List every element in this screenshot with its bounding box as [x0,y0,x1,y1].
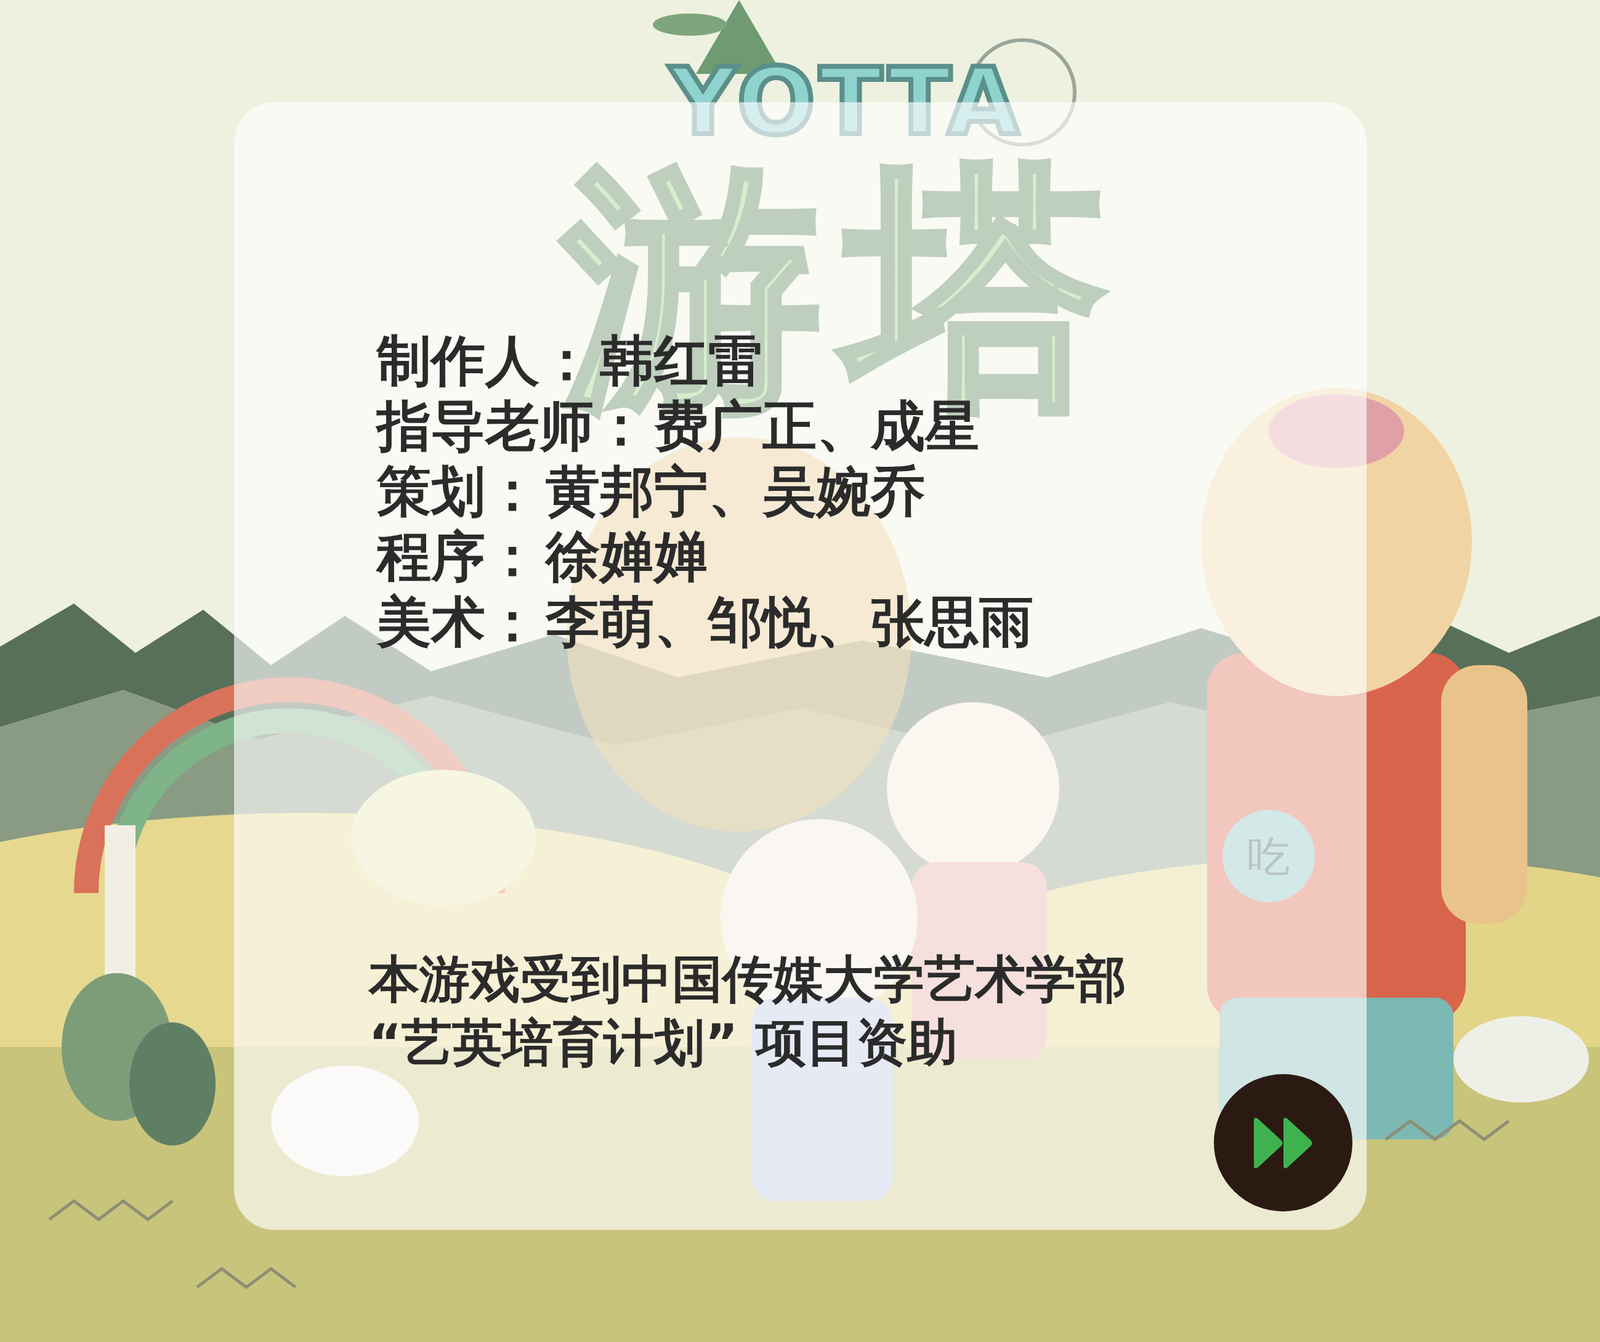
credit-row: 程序：徐婵婵 [376,524,1353,590]
credit-row: 指导老师：费广正、成星 [376,393,1353,459]
funding-line: 本游戏受到中国传媒大学艺术学部 [368,947,1353,1011]
credit-names: 李萌、邹悦、张思雨 [545,589,1034,655]
credit-names: 韩红雷 [599,328,763,394]
credit-list: 制作人：韩红雷指导老师：费广正、成星策划：黄邦宁、吴婉乔程序：徐婵婵美术：李萌、… [234,328,1353,655]
funding-line: “艺英培育计划” 项目资助 [368,1010,1353,1075]
skip-button[interactable] [1213,1074,1353,1212]
credit-role: 策划： [376,458,540,525]
credit-names: 黄邦宁、吴婉乔 [545,458,926,525]
credit-names: 费广正、成星 [654,393,980,459]
credit-names: 徐婵婵 [545,524,709,590]
credit-row: 制作人：韩红雷 [376,328,1353,394]
credit-role: 指导老师： [376,393,648,459]
credit-role: 制作人： [376,328,594,394]
credit-role: 美术： [376,589,540,655]
credits-panel: 制作人：韩红雷指导老师：费广正、成星策划：黄邦宁、吴婉乔程序：徐婵婵美术：李萌、… [234,102,1367,1230]
credit-role: 程序： [376,524,540,590]
credit-row: 策划：黄邦宁、吴婉乔 [376,458,1353,525]
funding-note: 本游戏受到中国传媒大学艺术学部“艺英培育计划” 项目资助 [234,947,1353,1075]
credit-row: 美术：李萌、邹悦、张思雨 [376,589,1353,655]
credits-screen: 吃YOTTA游塔制作人：韩红雷指导老师：费广正、成星策划：黄邦宁、吴婉乔程序：徐… [0,0,1600,1342]
fast-forward-icon [1248,1115,1317,1171]
